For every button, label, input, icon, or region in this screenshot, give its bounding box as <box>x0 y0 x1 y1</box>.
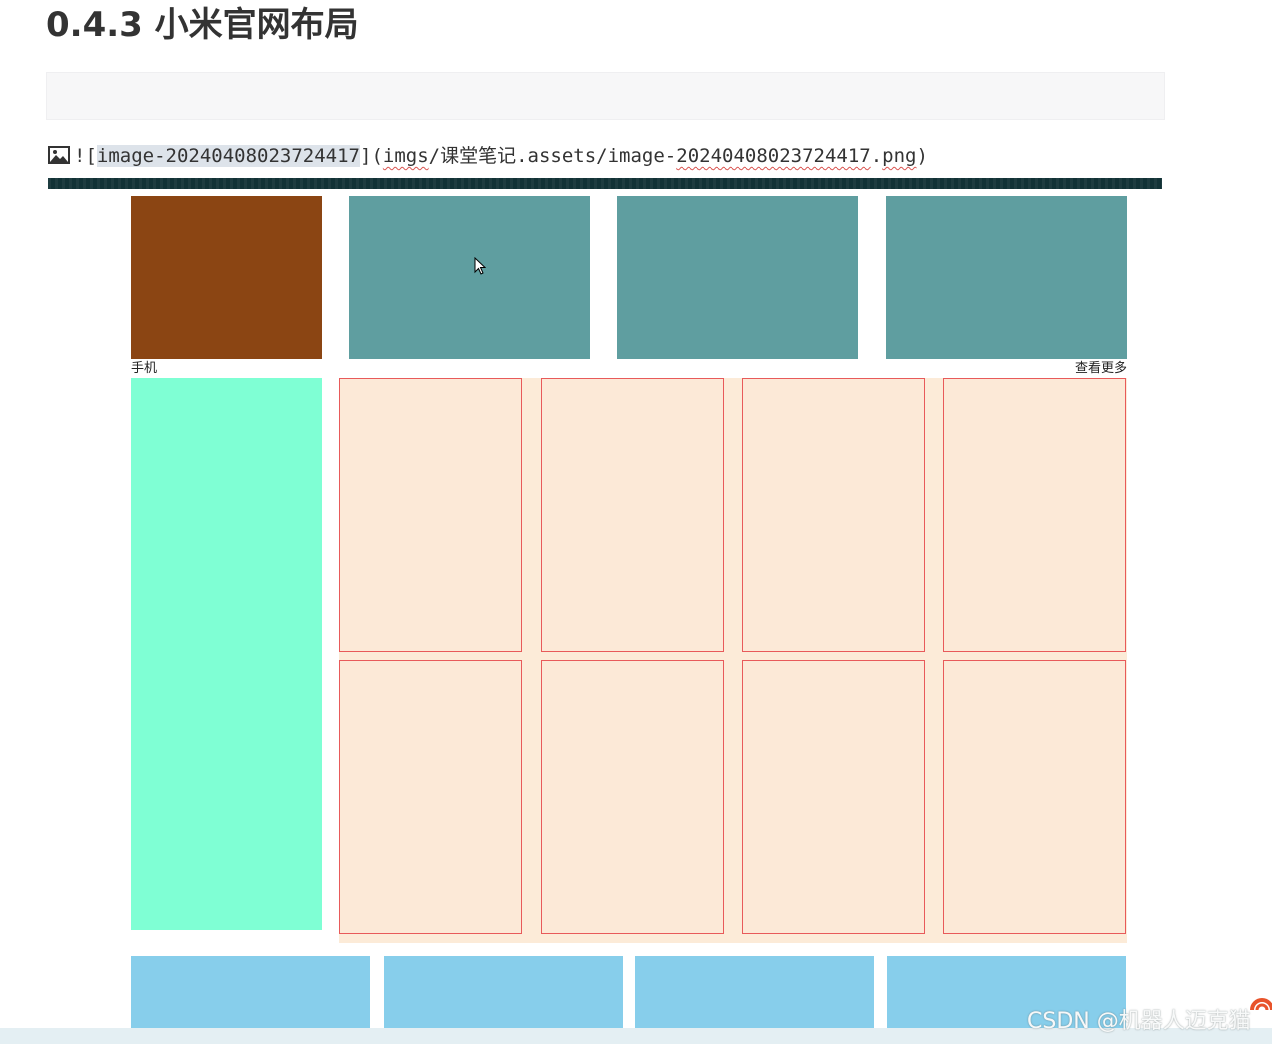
csdn-watermark: CSDN @机器人迈克猫 <box>1027 1009 1251 1034</box>
section-heading: 0.4.3 小米官网布局 <box>46 5 359 45</box>
top-banner-1 <box>349 196 590 359</box>
product-cell <box>541 378 724 652</box>
product-cell <box>943 660 1126 934</box>
bottom-banner-2 <box>384 956 623 1031</box>
mouse-cursor-icon <box>474 256 487 275</box>
md-path-folder: /课堂笔记.assets/image- <box>428 145 677 167</box>
bottom-banner-3 <box>635 956 874 1031</box>
product-cell <box>943 378 1126 652</box>
feature-sidebar-box <box>131 378 322 930</box>
product-cell <box>339 378 522 652</box>
md-prefix: ![ <box>74 145 97 167</box>
product-cell <box>339 660 522 934</box>
md-path-dot: . <box>870 145 883 167</box>
product-cell <box>742 660 925 934</box>
image-icon <box>48 144 70 164</box>
product-cell <box>541 660 724 934</box>
md-alt-text-selected[interactable]: image-20240408023724417 <box>96 145 360 167</box>
top-banner-2 <box>617 196 858 359</box>
md-path-timestamp: 20240408023724417 <box>676 145 871 167</box>
empty-code-block[interactable] <box>46 72 1165 120</box>
image-top-strip <box>48 178 1162 189</box>
category-label: 手机 <box>131 361 158 376</box>
md-mid: ]( <box>360 145 383 167</box>
top-banner-3 <box>886 196 1127 359</box>
phone-promo-box <box>131 196 322 359</box>
product-cell <box>742 378 925 652</box>
view-more-link[interactable]: 查看更多 <box>1066 361 1127 377</box>
md-suffix: ) <box>916 145 928 167</box>
csdn-logo-icon <box>1248 996 1272 1024</box>
markdown-image-source-line[interactable]: ![image-20240408023724417](imgs/课堂笔记.ass… <box>48 141 928 171</box>
md-path-imgs: imgs <box>382 145 429 167</box>
bottom-banner-1 <box>131 956 370 1031</box>
md-path-ext: png <box>882 145 917 167</box>
